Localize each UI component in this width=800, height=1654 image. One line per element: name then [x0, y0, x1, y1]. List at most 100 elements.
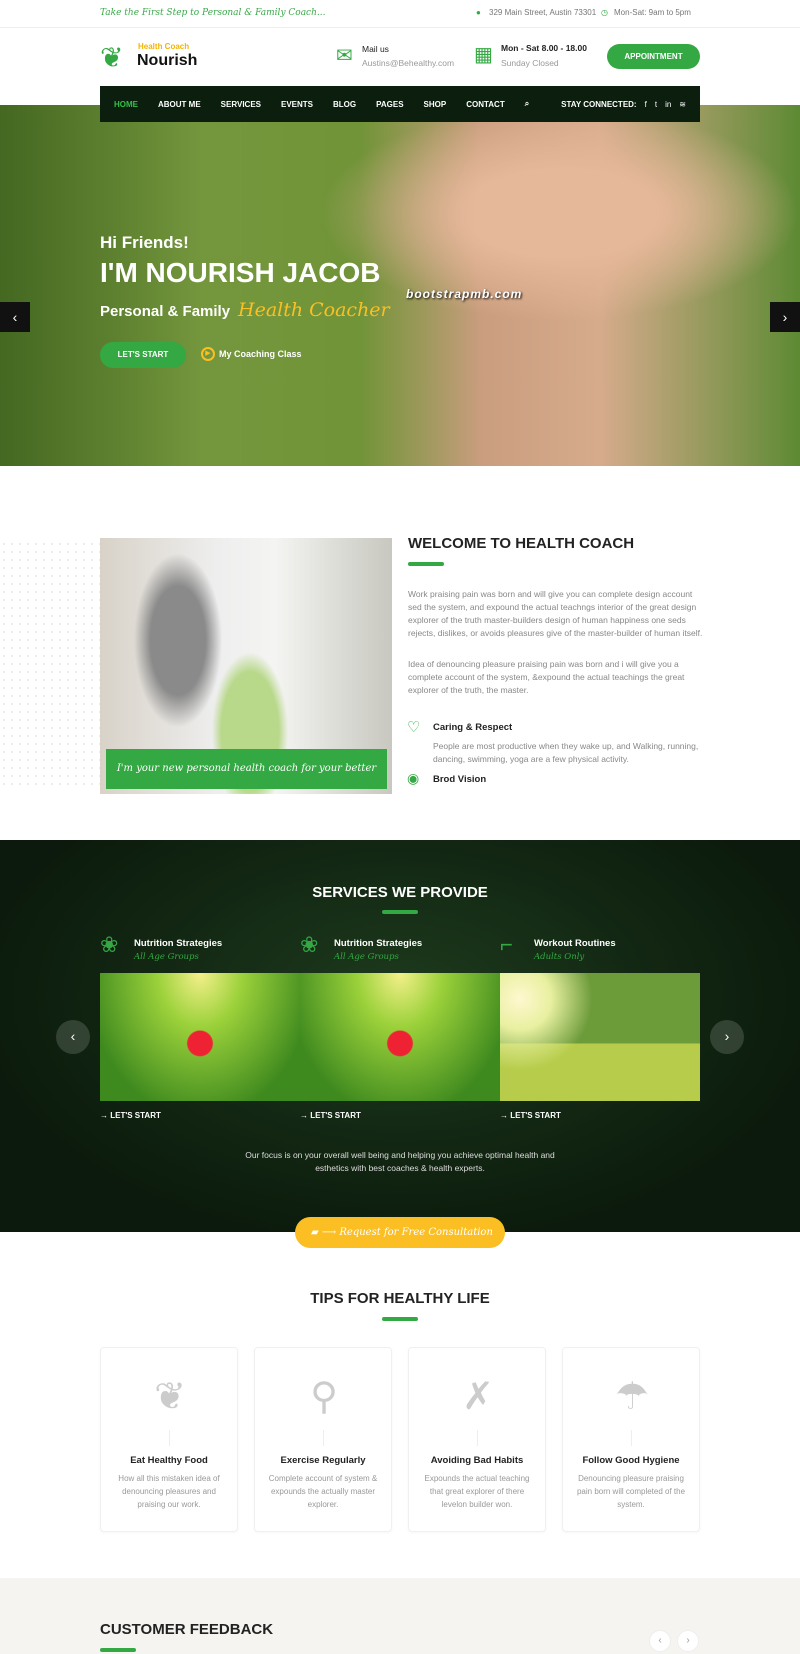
next-service-button[interactable]: ›	[710, 1020, 744, 1054]
nav-pages[interactable]: PAGES	[376, 100, 403, 109]
about-paragraph-2: Idea of denouncing pleasure praising pai…	[408, 659, 685, 695]
tip-text: Denouncing pleasure praising pain born w…	[576, 1474, 686, 1509]
next-slide-button[interactable]: ›	[770, 302, 800, 332]
berries-icon: ❦	[154, 1376, 186, 1418]
nav-services[interactable]: SERVICES	[221, 100, 261, 109]
main-nav: HOME ABOUT ME SERVICES EVENTS BLOG PAGES…	[100, 86, 700, 122]
feature-title: Brod Vision	[433, 774, 487, 785]
link-label: LET'S START	[110, 1111, 161, 1120]
about-image: I'm your new personal health coach for y…	[100, 538, 392, 794]
prev-slide-button[interactable]: ‹	[0, 302, 30, 332]
dot-pattern	[0, 540, 100, 790]
consult-label: Request for Free Consultation	[339, 1227, 493, 1238]
coaching-class-link[interactable]: My Coaching Class	[219, 349, 302, 359]
about-paragraph-1: Work praising pain was born and will giv…	[408, 589, 703, 638]
nav-home[interactable]: HOME	[114, 100, 138, 109]
about-caption: I'm your new personal health coach for y…	[106, 749, 387, 789]
tip-card[interactable]: ❦ Eat Healthy Food How all this mistaken i…	[100, 1347, 238, 1532]
service-sub: All Age Groups	[334, 952, 399, 962]
title-underline	[382, 910, 418, 914]
logo-icon[interactable]: ❦	[100, 41, 123, 74]
document-icon: ▰ ⟶	[311, 1227, 340, 1238]
prev-feedback-button[interactable]: ‹	[649, 1630, 671, 1652]
service-title: Nutrition Strategies	[334, 938, 423, 949]
service-link[interactable]: → LET'S START	[500, 1111, 561, 1120]
nav-about[interactable]: ABOUT ME	[158, 100, 201, 109]
nav-blog[interactable]: BLOG	[333, 100, 356, 109]
prev-service-button[interactable]: ‹	[56, 1020, 90, 1054]
top-bar: Take the First Step to Personal & Family…	[0, 0, 800, 28]
hero-title: I'M NOURISH JACOB	[100, 257, 381, 288]
hours: Mon-Sat: 9am to 5pm	[614, 8, 691, 17]
no-bottle-icon: ✗	[462, 1376, 494, 1418]
hero-highlight: Health Coacher	[238, 299, 390, 321]
location-icon: ●	[476, 8, 481, 17]
title-underline	[382, 1317, 418, 1321]
service-sub: All Age Groups	[134, 952, 199, 962]
service-image[interactable]	[500, 973, 700, 1101]
arrow-right-icon: →	[500, 1111, 511, 1120]
lets-start-button[interactable]: LET'S START	[100, 342, 186, 368]
tagline: Take the First Step to Personal & Family…	[100, 8, 326, 18]
tip-title: Avoiding Bad Habits	[430, 1455, 524, 1466]
mail-value[interactable]: Austins@Behealthy.com	[362, 58, 454, 68]
free-consultation-button[interactable]: ▰ ⟶ Request for Free Consultation	[295, 1217, 505, 1248]
calendar-icon: ▦	[474, 44, 493, 66]
address: 329 Main Street, Austin 73301	[489, 8, 597, 17]
heart-icon: ♡	[407, 719, 421, 736]
time-label: Mon - Sat 8.00 - 18.00	[501, 43, 587, 53]
logo-name[interactable]: Nourish	[137, 52, 197, 70]
shoe-icon: ⌐	[500, 932, 513, 957]
tip-title: Exercise Regularly	[280, 1455, 366, 1466]
nav-shop[interactable]: SHOP	[424, 100, 447, 109]
handwash-icon: ☂	[614, 1376, 650, 1418]
play-icon[interactable]: ▶	[201, 347, 215, 361]
feature-text: People are most productive when they wak…	[433, 741, 699, 764]
nav-contact[interactable]: CONTACT	[466, 100, 505, 109]
next-feedback-button[interactable]: ›	[677, 1630, 699, 1652]
about-title: WELCOME TO HEALTH COACH	[408, 535, 635, 552]
hero-slider: Hi Friends! I'M NOURISH JACOB bootstrapm…	[0, 105, 800, 466]
nutrition-icon: ❀	[300, 932, 319, 957]
service-image[interactable]	[100, 973, 300, 1101]
tip-title: Eat Healthy Food	[130, 1455, 208, 1466]
link-label: LET'S START	[310, 1111, 361, 1120]
nutrition-icon: ❀	[100, 932, 119, 957]
appointment-button[interactable]: APPOINTMENT	[607, 44, 700, 69]
service-title: Nutrition Strategies	[134, 938, 223, 949]
watermark: bootstrapmb.com	[406, 287, 523, 301]
feature-title: Caring & Respect	[433, 722, 513, 733]
service-link[interactable]: → LET'S START	[100, 1111, 161, 1120]
rss-icon[interactable]: ≋	[679, 100, 686, 109]
hero-subtitle: Personal & Family	[100, 303, 231, 320]
search-icon[interactable]: ⌕	[525, 99, 529, 109]
clock-icon: ◷	[601, 8, 608, 17]
link-label: LET'S START	[510, 1111, 561, 1120]
eye-icon: ◉	[407, 770, 420, 786]
mail-icon: ✉	[336, 45, 353, 67]
feedback-title: CUSTOMER FEEDBACK	[100, 1621, 274, 1638]
arrow-right-icon: →	[300, 1111, 311, 1120]
arrow-right-icon: →	[100, 1111, 111, 1120]
service-title: Workout Routines	[534, 938, 616, 949]
service-image[interactable]	[300, 973, 500, 1101]
linkedin-icon[interactable]: in	[665, 100, 671, 109]
stay-connected-label: STAY CONNECTED:	[561, 99, 637, 109]
tip-text: Complete account of system & expounds th…	[268, 1474, 378, 1509]
mail-label: Mail us	[362, 44, 389, 54]
service-link[interactable]: → LET'S START	[300, 1111, 361, 1120]
tip-card[interactable]: ☂ Follow Good Hygiene Denouncing pleasure …	[562, 1347, 700, 1532]
facebook-icon[interactable]: f	[645, 100, 647, 109]
tip-card[interactable]: ✗ Avoiding Bad Habits Expounds the actual …	[408, 1347, 546, 1532]
tip-card[interactable]: ⚲ Exercise Regularly Complete account of s…	[254, 1347, 392, 1532]
feedback-section: CUSTOMER FEEDBACK ‹ ›	[0, 1578, 800, 1654]
nav-events[interactable]: EVENTS	[281, 100, 313, 109]
service-sub: Adults Only	[534, 952, 585, 962]
title-underline	[408, 562, 444, 566]
twitter-icon[interactable]: t	[655, 100, 657, 109]
tip-text: Expounds the actual teaching that great …	[424, 1474, 530, 1509]
tip-title: Follow Good Hygiene	[582, 1455, 680, 1466]
tips-title: TIPS FOR HEALTHY LIFE	[310, 1290, 490, 1307]
services-title: SERVICES WE PROVIDE	[312, 884, 488, 901]
hero-greeting: Hi Friends!	[100, 233, 189, 252]
